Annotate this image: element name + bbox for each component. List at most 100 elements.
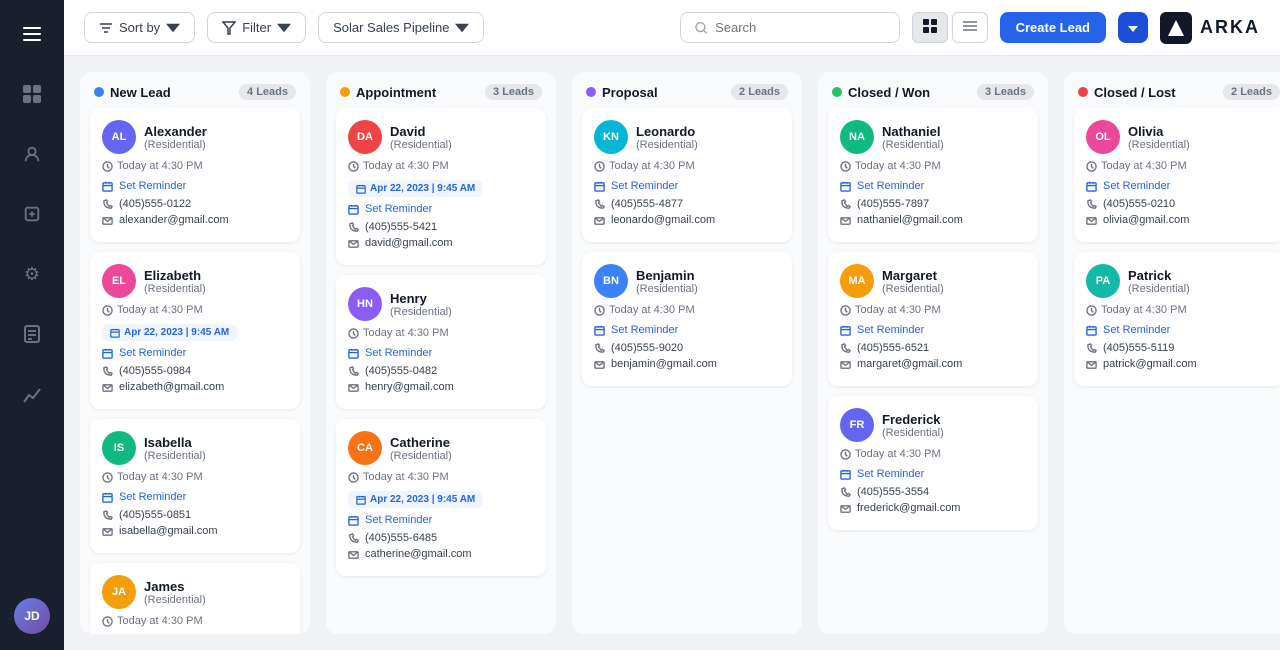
clock-icon <box>1086 161 1097 172</box>
card-type: (Residential) <box>882 427 944 439</box>
lead-card[interactable]: EL Elizabeth (Residential) Today at 4:30… <box>90 252 300 409</box>
list-view-button[interactable] <box>952 12 988 43</box>
appointment-badge: Apr 22, 2023 | 9:45 AM <box>348 491 483 508</box>
set-reminder-button[interactable]: Set Reminder <box>102 347 288 359</box>
set-reminder-button[interactable]: Set Reminder <box>594 180 780 192</box>
card-header: CA Catherine (Residential) <box>348 431 534 465</box>
analytics-icon[interactable] <box>14 376 50 412</box>
card-time: Today at 4:30 PM <box>348 327 534 339</box>
phone-icon <box>102 366 113 377</box>
sort-button[interactable]: Sort by <box>84 12 195 43</box>
card-type: (Residential) <box>636 139 698 151</box>
user-avatar[interactable]: JD <box>14 598 50 634</box>
pipeline-selector[interactable]: Solar Sales Pipeline <box>318 12 484 43</box>
card-time: Today at 4:30 PM <box>840 160 1026 172</box>
lead-card[interactable]: KN Leonardo (Residential) Today at 4:30 … <box>582 108 792 242</box>
filter-button[interactable]: Filter <box>207 12 306 43</box>
card-time: Today at 4:30 PM <box>840 304 1026 316</box>
lead-card[interactable]: JA James (Residential) Today at 4:30 PM <box>90 563 300 634</box>
email-icon <box>840 215 851 226</box>
set-reminder-button[interactable]: Set Reminder <box>348 347 534 359</box>
column-new-lead: New Lead 4 Leads AL Alexander (Residenti… <box>80 72 310 634</box>
set-reminder-button[interactable]: Set Reminder <box>102 180 288 192</box>
card-email: margaret@gmail.com <box>840 358 1026 370</box>
lead-card[interactable]: DA David (Residential) Today at 4:30 PM <box>336 108 546 265</box>
lead-card[interactable]: PA Patrick (Residential) Today at 4:30 P… <box>1074 252 1280 386</box>
phone-icon <box>1086 343 1097 354</box>
lead-card[interactable]: FR Frederick (Residential) Today at 4:30… <box>828 396 1038 530</box>
lead-card[interactable]: MA Margaret (Residential) Today at 4:30 … <box>828 252 1038 386</box>
set-reminder-button[interactable]: Set Reminder <box>102 491 288 503</box>
card-time: Today at 4:30 PM <box>102 471 288 483</box>
phone-icon <box>348 366 359 377</box>
email-icon <box>840 503 851 514</box>
lead-card[interactable]: IS Isabella (Residential) Today at 4:30 … <box>90 419 300 553</box>
topbar-left: Sort by Filter Solar Sales Pipeline <box>84 12 484 43</box>
lead-card[interactable]: CA Catherine (Residential) Today at 4:30… <box>336 419 546 576</box>
dashboard-icon[interactable] <box>14 76 50 112</box>
column-cards-proposal: KN Leonardo (Residential) Today at 4:30 … <box>572 108 802 396</box>
clock-icon <box>102 305 113 316</box>
column-badge: 2 Leads <box>731 84 788 100</box>
set-reminder-button[interactable]: Set Reminder <box>594 324 780 336</box>
leads-icon[interactable] <box>14 136 50 172</box>
card-phone: (405)555-9020 <box>594 342 780 354</box>
set-reminder-button[interactable]: Set Reminder <box>840 468 1026 480</box>
search-input[interactable] <box>715 20 885 35</box>
lead-card[interactable]: OL Olivia (Residential) Today at 4:30 PM <box>1074 108 1280 242</box>
card-avatar: MA <box>840 264 874 298</box>
email-icon <box>348 238 359 249</box>
email-icon <box>594 215 605 226</box>
create-lead-button[interactable]: Create Lead <box>1000 12 1106 43</box>
column-appointment: Appointment 3 Leads DA David (Residentia… <box>326 72 556 634</box>
column-header-closed-won: Closed / Won 3 Leads <box>818 72 1048 108</box>
card-email: henry@gmail.com <box>348 381 534 393</box>
lead-card[interactable]: HN Henry (Residential) Today at 4:30 PM <box>336 275 546 409</box>
phone-icon <box>102 510 113 521</box>
card-name: Isabella <box>144 435 206 450</box>
column-cards-closed-won: NA Nathaniel (Residential) Today at 4:30… <box>818 108 1048 540</box>
card-avatar: KN <box>594 120 628 154</box>
card-email: frederick@gmail.com <box>840 502 1026 514</box>
card-name: Frederick <box>882 412 944 427</box>
clock-icon <box>840 161 851 172</box>
column-header-appointment: Appointment 3 Leads <box>326 72 556 108</box>
set-reminder-button[interactable]: Set Reminder <box>840 180 1026 192</box>
lead-card[interactable]: BN Benjamin (Residential) Today at 4:30 … <box>582 252 792 386</box>
column-badge: 3 Leads <box>485 84 542 100</box>
email-icon <box>102 526 113 537</box>
set-reminder-button[interactable]: Set Reminder <box>1086 180 1272 192</box>
menu-icon[interactable] <box>14 16 50 52</box>
logo-icon <box>1160 12 1192 44</box>
settings-icon[interactable]: ⚙ <box>14 256 50 292</box>
create-lead-dropdown-button[interactable] <box>1118 12 1148 43</box>
phone-icon <box>594 343 605 354</box>
column-title: Closed / Won <box>848 85 930 100</box>
card-type: (Residential) <box>1128 139 1190 151</box>
column-cards-closed-lost: OL Olivia (Residential) Today at 4:30 PM <box>1064 108 1280 396</box>
card-time: Today at 4:30 PM <box>348 160 534 172</box>
phone-icon <box>1086 199 1097 210</box>
set-reminder-button[interactable]: Set Reminder <box>348 203 534 215</box>
card-type: (Residential) <box>144 594 206 606</box>
main-content: Sort by Filter Solar Sales Pipeline <box>64 0 1280 650</box>
card-email: nathaniel@gmail.com <box>840 214 1026 226</box>
card-header: AL Alexander (Residential) <box>102 120 288 154</box>
phone-icon <box>348 222 359 233</box>
set-reminder-button[interactable]: Set Reminder <box>348 514 534 526</box>
card-email: elizabeth@gmail.com <box>102 381 288 393</box>
email-icon <box>102 382 113 393</box>
set-reminder-button[interactable]: Set Reminder <box>840 324 1026 336</box>
grid-view-button[interactable] <box>912 12 948 43</box>
tasks-icon[interactable] <box>14 196 50 232</box>
lead-card[interactable]: AL Alexander (Residential) Today at 4:30… <box>90 108 300 242</box>
card-header: FR Frederick (Residential) <box>840 408 1026 442</box>
card-header: DA David (Residential) <box>348 120 534 154</box>
clock-icon <box>102 161 113 172</box>
reports-icon[interactable] <box>14 316 50 352</box>
set-reminder-button[interactable]: Set Reminder <box>1086 324 1272 336</box>
lead-card[interactable]: NA Nathaniel (Residential) Today at 4:30… <box>828 108 1038 242</box>
reminder-icon <box>102 348 113 359</box>
card-header: HN Henry (Residential) <box>348 287 534 321</box>
search-box[interactable] <box>680 12 900 43</box>
